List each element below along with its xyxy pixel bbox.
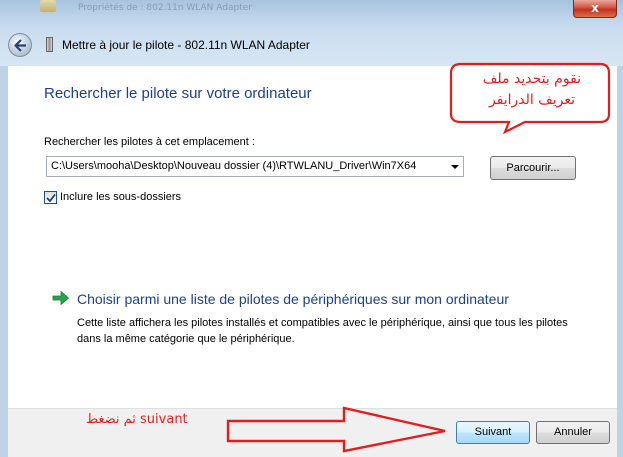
next-button[interactable]: Suivant [456, 421, 530, 444]
page-heading: Rechercher le pilote sur votre ordinateu… [44, 85, 312, 102]
driver-path-value: C:\Users\mooha\Desktop\Nouveau dossier (… [51, 160, 417, 172]
annotation-arrow-icon [226, 406, 446, 453]
chevron-down-icon[interactable] [451, 165, 459, 169]
location-label: Rechercher les pilotes à cet emplacement… [44, 136, 255, 148]
annotation-footer-note: ثم نضغط suivant [86, 412, 188, 427]
include-subfolders-label: Inclure les sous-dossiers [60, 191, 182, 203]
annotation-callout-text: نقوم بتحديد ملف تعريف الدرايفر [458, 69, 606, 111]
choose-from-list-description: Cette liste affichera les pilotes instal… [77, 317, 568, 345]
checkmark-icon [46, 193, 56, 203]
green-arrow-icon[interactable] [52, 290, 70, 306]
annotation-callout-line-2: تعريف الدرايفر [488, 92, 576, 108]
include-subfolders-checkbox[interactable] [44, 191, 57, 204]
driver-path-combobox[interactable]: C:\Users\mooha\Desktop\Nouveau dossier (… [46, 156, 464, 177]
device-icon [46, 37, 53, 52]
background-window-icon [40, 0, 56, 12]
back-arrow-icon [14, 39, 26, 52]
choose-from-list-link[interactable]: Choisir parmi une liste de pilotes de pé… [77, 291, 509, 307]
background-window-title: Propriétés de : 802.11n WLAN Adapter [78, 3, 252, 13]
window-frame: Propriétés de : 802.11n WLAN Adapter x M… [0, 0, 623, 66]
close-button[interactable]: x [573, 0, 617, 18]
browse-button[interactable]: Parcourir... [490, 156, 576, 180]
wizard-title: Mettre à jour le pilote - 802.11n WLAN A… [62, 38, 310, 52]
annotation-callout-line-1: نقوم بتحديد ملف [482, 71, 582, 87]
back-button[interactable] [8, 33, 32, 57]
cancel-button[interactable]: Annuler [536, 421, 610, 444]
